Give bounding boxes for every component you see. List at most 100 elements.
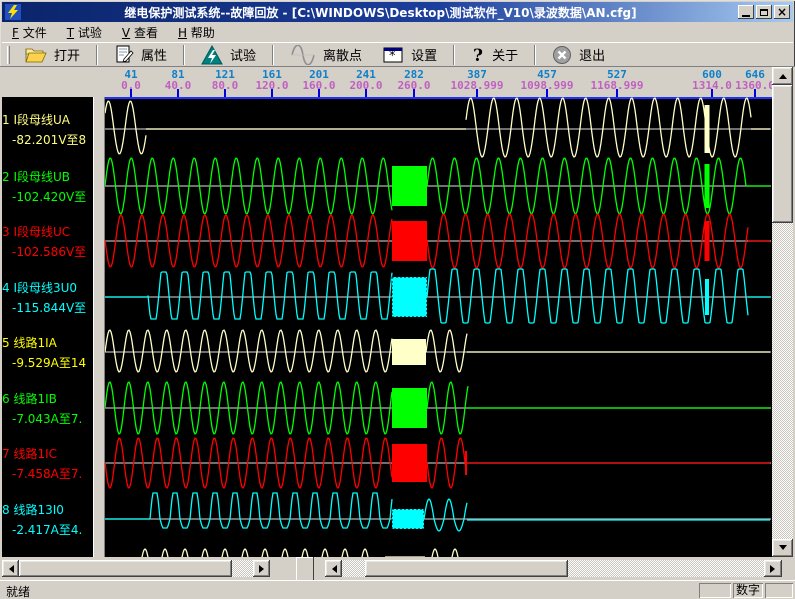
toolbar-button-open[interactable]: 打开 xyxy=(15,44,90,66)
menu-item-help[interactable]: H 帮助 xyxy=(168,22,225,43)
ruler-tick xyxy=(711,89,713,97)
svg-text:?: ? xyxy=(473,46,483,65)
toolbar-button-about[interactable]: ? 关于 xyxy=(461,44,528,66)
label-hscroll-track[interactable] xyxy=(232,560,253,577)
status-bar: 就绪 数字 xyxy=(0,580,795,599)
channel-4-event-bar xyxy=(705,279,709,315)
ruler-tick xyxy=(130,89,132,97)
channel-4-range: -115.844V至 xyxy=(12,301,93,315)
channel-5-marker-block xyxy=(392,339,426,365)
menu-item-test[interactable]: T 试验 xyxy=(57,22,112,43)
toolbar-button-settings[interactable]: * 设置 xyxy=(372,44,447,66)
channel-2-marker-block xyxy=(392,166,427,206)
channel-3-marker-block xyxy=(392,221,427,261)
title-bar[interactable]: 继电保护测试系统--故障回放 - [C:\WINDOWS\Desktop\测试软… xyxy=(2,2,793,22)
ruler-tick xyxy=(365,89,367,97)
test-lightning-icon xyxy=(201,45,223,65)
toolbar-button-label: 设置 xyxy=(411,45,437,64)
channel-8-waveform xyxy=(424,499,467,531)
channel-6-label: 6 线路1IB xyxy=(2,392,93,406)
toolbar-button-label: 退出 xyxy=(579,45,605,64)
waveform-pane[interactable] xyxy=(105,97,772,557)
toolbar-button-properties[interactable]: 属性 xyxy=(104,44,177,66)
label-hscroll-thumb[interactable] xyxy=(19,560,232,577)
label-scroll-left-button[interactable] xyxy=(2,560,19,577)
channel-1-label: 1 Ⅰ段母线UA xyxy=(2,113,93,127)
wave-hscroll-track-left[interactable] xyxy=(342,560,365,577)
channel-label-pane: 1 Ⅰ段母线UA-82.201V至82 Ⅰ段母线UB-102.420V至3 Ⅰ段… xyxy=(2,97,93,557)
toolbar-button-label: 属性 xyxy=(141,45,167,64)
arrow-left-icon xyxy=(5,565,14,573)
ruler-tick xyxy=(754,89,756,97)
minimize-button[interactable] xyxy=(738,5,754,19)
window-title: 继电保护测试系统--故障回放 - [C:\WINDOWS\Desktop\测试软… xyxy=(25,4,736,21)
scroll-down-button[interactable] xyxy=(772,539,793,557)
vertical-scrollbar[interactable] xyxy=(772,67,793,557)
toolbar-grip[interactable] xyxy=(7,46,10,64)
waveform-hscrollbar[interactable] xyxy=(325,560,782,577)
toolbar: 打开 属性 试验 离散点 * 设置? 关于 退出 xyxy=(2,42,793,66)
channel-8-label: 8 线路13I0 xyxy=(2,503,93,517)
wave-scroll-left-button[interactable] xyxy=(325,560,342,577)
channel-8-waveform xyxy=(150,493,392,528)
restore-button[interactable] xyxy=(756,5,772,19)
scrollbar-splitter[interactable] xyxy=(296,557,314,581)
svg-text:*: * xyxy=(389,49,396,64)
toolbar-button-test[interactable]: 试验 xyxy=(191,44,266,66)
close-icon: × xyxy=(777,6,787,18)
channel-1-waveform xyxy=(105,101,146,154)
discrete-points-icon xyxy=(290,45,316,65)
exit-icon xyxy=(552,45,572,65)
open-folder-icon xyxy=(25,46,47,64)
channel-5-range: -9.529A至14 xyxy=(12,356,93,370)
app-icon xyxy=(5,4,21,20)
channel-4-marker-block xyxy=(392,277,427,317)
toolbar-separator xyxy=(96,45,98,65)
channel-1-event-bar xyxy=(705,105,710,153)
toolbar-button-label: 关于 xyxy=(492,45,518,64)
channel-6-marker-block xyxy=(392,388,427,428)
status-cell-empty-2 xyxy=(765,583,793,598)
ruler-tick xyxy=(413,89,415,97)
toolbar-button-discrete[interactable]: 离散点 xyxy=(280,44,372,66)
arrow-right-icon xyxy=(770,565,779,573)
restore-icon xyxy=(760,9,768,16)
arrow-left-icon xyxy=(328,565,337,573)
wave-hscroll-thumb[interactable] xyxy=(365,560,568,577)
close-button[interactable]: × xyxy=(774,5,790,19)
wave-hscroll-track-right[interactable] xyxy=(568,560,764,577)
waveform-canvas[interactable] xyxy=(105,97,772,557)
channel-9-waveform xyxy=(430,549,458,557)
channel-4-waveform xyxy=(427,269,748,323)
channel-7-label: 7 线路1IC xyxy=(2,447,93,461)
channel-9-waveform xyxy=(140,549,382,557)
channel-4-waveform xyxy=(148,272,392,319)
ruler-tick xyxy=(546,89,548,97)
vscroll-thumb[interactable] xyxy=(772,85,793,223)
arrow-right-icon xyxy=(259,565,268,573)
vscroll-track[interactable] xyxy=(772,223,793,539)
channel-7-marker-block xyxy=(392,444,427,482)
status-cell-empty-1 xyxy=(699,583,731,598)
toolbar-button-exit[interactable]: 退出 xyxy=(542,44,615,66)
menu-item-view[interactable]: V 查看 xyxy=(112,22,168,43)
scroll-up-button[interactable] xyxy=(772,67,793,85)
ruler-tick xyxy=(177,89,179,97)
label-pane-hscrollbar[interactable] xyxy=(2,560,270,577)
wave-scroll-right-button[interactable] xyxy=(764,560,782,577)
ruler-tick xyxy=(476,89,478,97)
channel-2-event-bar xyxy=(705,164,710,208)
client-area: 410.08140.012180.0161120.0201160.0241200… xyxy=(0,66,795,580)
toolbar-button-label: 试验 xyxy=(230,45,256,64)
channel-1-range: -82.201V至8 xyxy=(12,133,93,147)
app-window: 继电保护测试系统--故障回放 - [C:\WINDOWS\Desktop\测试软… xyxy=(0,0,795,599)
pane-divider[interactable] xyxy=(93,97,105,557)
menu-bar: F 文件T 试验V 查看H 帮助 xyxy=(2,22,793,42)
num-lock-indicator: 数字 xyxy=(733,583,763,598)
menu-item-file[interactable]: F 文件 xyxy=(2,22,57,43)
label-scroll-right-button[interactable] xyxy=(253,560,270,577)
channel-8-marker-block xyxy=(392,509,424,529)
channel-6-range: -7.043A至7. xyxy=(12,412,93,426)
timeline-ruler: 410.08140.012180.0161120.0201160.0241200… xyxy=(2,67,772,97)
ruler-tick xyxy=(271,89,273,97)
